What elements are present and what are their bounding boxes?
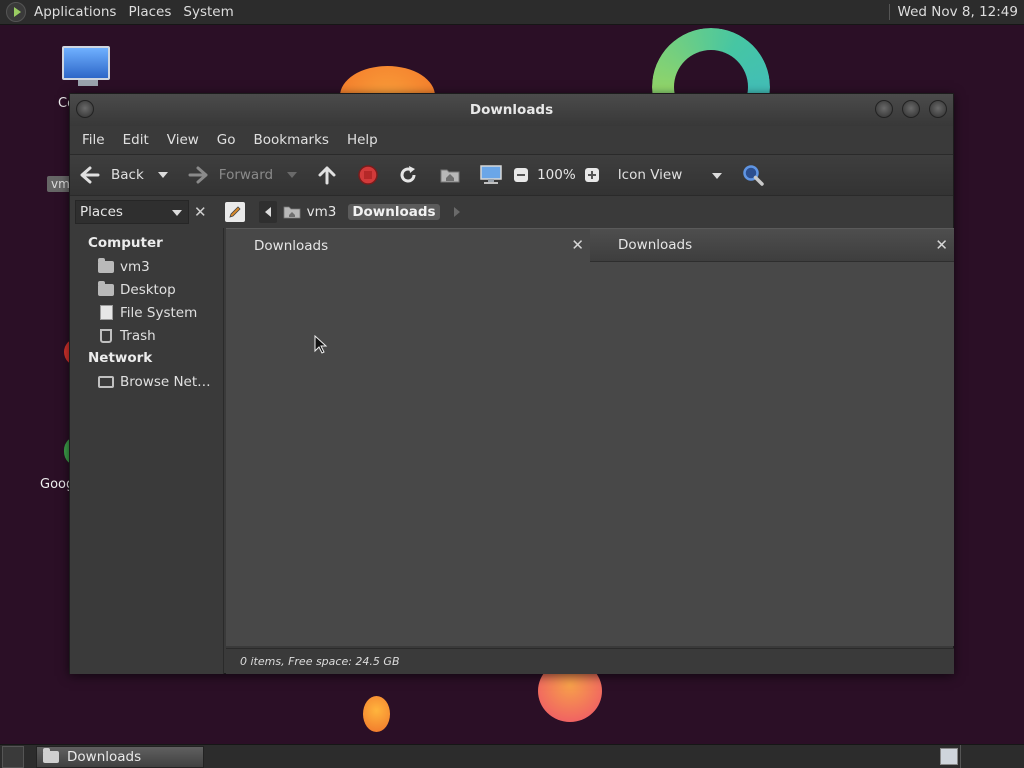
breadcrumb-downloads[interactable]: Downloads bbox=[344, 200, 443, 224]
bottom-panel: Downloads bbox=[0, 744, 1024, 768]
left-pane[interactable]: Downloads ✕ bbox=[226, 228, 590, 646]
menu-bookmarks[interactable]: Bookmarks bbox=[248, 132, 335, 148]
forward-label: Forward bbox=[218, 167, 274, 183]
up-arrow-icon[interactable] bbox=[317, 164, 337, 186]
close-tab-icon[interactable]: ✕ bbox=[935, 236, 948, 254]
back-button[interactable]: Back bbox=[78, 165, 144, 185]
chevron-down-icon bbox=[172, 210, 182, 216]
reload-icon[interactable] bbox=[397, 164, 419, 186]
view-mode-combo[interactable]: Icon View bbox=[618, 167, 722, 183]
sidebar-section-network: Network bbox=[88, 350, 153, 366]
top-panel-menu: Applications Places System bbox=[0, 2, 240, 22]
titlebar[interactable]: Downloads bbox=[70, 94, 953, 126]
content-area: Downloads ✕ Downloads ✕ bbox=[226, 228, 954, 646]
clock[interactable]: Wed Nov 8, 12:49 bbox=[888, 4, 1018, 20]
sidebar-item-trash[interactable]: Trash bbox=[70, 324, 223, 347]
chevron-down-icon bbox=[711, 173, 722, 179]
edit-location-icon[interactable] bbox=[224, 202, 245, 222]
forward-button[interactable]: Forward bbox=[186, 165, 273, 185]
file-system-icon bbox=[98, 305, 114, 321]
taskbar-item-downloads[interactable]: Downloads bbox=[36, 745, 204, 768]
stop-icon[interactable] bbox=[357, 164, 379, 186]
breadcrumb-label: Downloads bbox=[348, 204, 440, 220]
file-manager-window: Downloads File Edit View Go Bookmarks He… bbox=[69, 93, 954, 674]
back-history-dropdown[interactable] bbox=[157, 172, 168, 178]
forward-arrow-icon bbox=[186, 165, 210, 185]
minimize-button[interactable] bbox=[875, 100, 893, 118]
sidebar-item-browse-network[interactable]: Browse Net… bbox=[70, 370, 223, 393]
tab-label: Downloads bbox=[254, 237, 329, 254]
close-tab-icon[interactable]: ✕ bbox=[571, 236, 584, 254]
computer-desktop-icon[interactable] bbox=[62, 46, 114, 90]
zoom-level: 100% bbox=[537, 167, 576, 183]
applications-menu[interactable]: Applications bbox=[28, 4, 122, 20]
home-folder-icon[interactable] bbox=[439, 165, 461, 185]
window-title: Downloads bbox=[469, 102, 554, 118]
menu-view[interactable]: View bbox=[161, 132, 205, 148]
breadcrumb-vm3[interactable]: vm3 bbox=[279, 200, 341, 224]
places-menu[interactable]: Places bbox=[122, 4, 177, 20]
breadcrumb-right-arrow-icon[interactable] bbox=[453, 207, 460, 217]
sidebar-item-label: File System bbox=[120, 304, 198, 321]
system-menu[interactable]: System bbox=[177, 4, 239, 20]
sidebar-item-label: vm3 bbox=[120, 258, 150, 275]
forward-history-dropdown[interactable] bbox=[287, 172, 298, 178]
sidebar-type-combo[interactable]: Places bbox=[75, 200, 189, 224]
desktop-folder-icon bbox=[98, 280, 114, 298]
toolbar: Back Forward 100% Icon View bbox=[70, 154, 953, 196]
menu-file[interactable]: File bbox=[76, 132, 111, 148]
wallpaper-blob bbox=[363, 696, 390, 732]
home-folder-icon bbox=[98, 257, 114, 275]
close-sidebar-icon[interactable]: ✕ bbox=[194, 203, 207, 221]
show-desktop-icon[interactable] bbox=[2, 745, 24, 768]
search-icon[interactable] bbox=[742, 164, 764, 186]
computer-icon[interactable] bbox=[479, 164, 503, 186]
workspace-switcher-icon[interactable] bbox=[940, 748, 958, 765]
menu-edit[interactable]: Edit bbox=[117, 132, 155, 148]
taskbar-item-label: Downloads bbox=[67, 748, 142, 765]
view-mode-label: Icon View bbox=[617, 167, 683, 183]
tab-downloads-right[interactable]: Downloads ✕ bbox=[590, 228, 954, 262]
sidebar-item-label: Browse Net… bbox=[120, 373, 211, 390]
tab-downloads-left[interactable]: Downloads ✕ bbox=[226, 228, 590, 262]
window-menu-button[interactable] bbox=[76, 100, 94, 118]
right-pane[interactable]: Downloads ✕ bbox=[590, 228, 954, 646]
zoom-out-icon[interactable] bbox=[513, 167, 529, 183]
back-label: Back bbox=[111, 167, 144, 183]
monitor-icon bbox=[62, 46, 110, 80]
menu-help[interactable]: Help bbox=[341, 132, 384, 148]
trash-icon bbox=[98, 328, 114, 344]
maximize-button[interactable] bbox=[902, 100, 920, 118]
back-arrow-icon bbox=[78, 165, 102, 185]
menu-go[interactable]: Go bbox=[211, 132, 242, 148]
breadcrumb-label: vm3 bbox=[306, 204, 337, 220]
sidebar-item-file-system[interactable]: File System bbox=[70, 301, 223, 324]
menubar: File Edit View Go Bookmarks Help bbox=[70, 126, 953, 154]
home-folder-icon bbox=[283, 205, 301, 219]
distro-logo-icon[interactable] bbox=[6, 2, 26, 22]
zoom-in-icon[interactable] bbox=[584, 167, 600, 183]
sidebar-type-label: Places bbox=[80, 204, 123, 220]
sidebar: Computer vm3 Desktop File System Trash N… bbox=[70, 228, 224, 674]
folder-icon bbox=[43, 747, 59, 763]
status-bar: 0 items, Free space: 24.5 GB bbox=[226, 648, 954, 674]
sidebar-item-label: Desktop bbox=[120, 281, 176, 298]
tab-label: Downloads bbox=[618, 237, 693, 253]
sidebar-item-desktop[interactable]: Desktop bbox=[70, 278, 223, 301]
close-button[interactable] bbox=[929, 100, 947, 118]
sidebar-section-computer: Computer bbox=[88, 235, 163, 251]
workspace-separator bbox=[960, 745, 984, 768]
sidebar-item-label: Trash bbox=[120, 327, 156, 344]
breadcrumb-left-arrow-icon[interactable] bbox=[258, 201, 277, 223]
top-panel: Applications Places System Wed Nov 8, 12… bbox=[0, 0, 1024, 25]
network-icon bbox=[98, 374, 114, 390]
location-bar: Places ✕ vm3 Downloads bbox=[70, 196, 953, 228]
sidebar-item-vm3[interactable]: vm3 bbox=[70, 255, 223, 278]
